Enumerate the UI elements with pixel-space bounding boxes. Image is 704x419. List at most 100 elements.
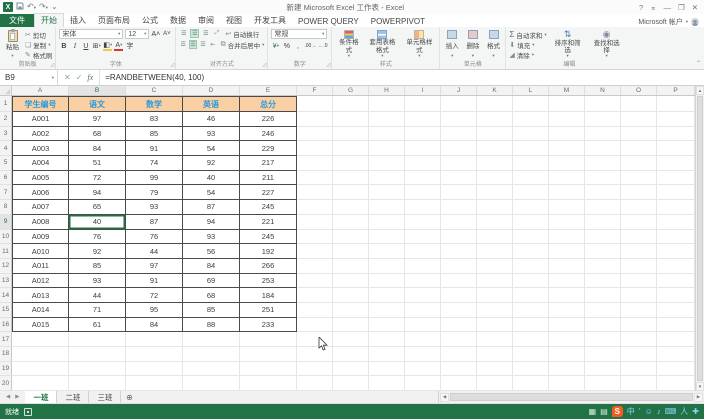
cell-D5[interactable]: 92 [183,156,240,171]
row-header-3[interactable]: 3 [0,126,12,142]
cell-B7[interactable]: 94 [69,185,126,201]
scroll-up-icon[interactable]: ▲ [696,86,704,95]
cell-P15[interactable] [657,302,695,318]
cell-O14[interactable] [621,288,657,303]
vertical-scrollbar[interactable]: ▲ ▼ [695,86,704,391]
cell-O10[interactable] [621,229,657,245]
cell-F10[interactable] [297,229,333,245]
column-header-B[interactable]: B [69,86,126,95]
cell-M10[interactable] [549,229,585,245]
cell-F17[interactable] [297,332,333,347]
cell-F4[interactable] [297,141,333,157]
cell-E2[interactable]: 226 [240,112,297,127]
row-header-19[interactable]: 19 [0,361,12,377]
cell-M8[interactable] [549,200,585,215]
cell-H2[interactable] [369,112,405,127]
cell-D16[interactable]: 88 [183,317,240,333]
cell-B4[interactable]: 84 [69,141,126,157]
cell-L10[interactable] [513,229,549,245]
cell-J14[interactable] [441,288,477,303]
cell-K8[interactable] [477,200,513,215]
tab-file[interactable]: 文件 [0,14,34,27]
column-header-D[interactable]: D [183,86,240,95]
cell-B15[interactable]: 71 [69,302,126,318]
macro-record-icon[interactable] [24,407,32,416]
cell-O3[interactable] [621,126,657,142]
cell-J1[interactable] [441,96,477,112]
cell-E9[interactable]: 221 [240,214,297,230]
cell-M16[interactable] [549,317,585,333]
cell-C1[interactable]: 数学 [126,96,183,112]
cell-D9[interactable]: 94 [183,214,240,230]
percent-style-button[interactable]: % [282,41,291,51]
cell-K4[interactable] [477,141,513,157]
cell-B8[interactable]: 65 [69,200,126,215]
cell-B19[interactable] [69,361,126,377]
cell-P12[interactable] [657,258,695,274]
row-header-10[interactable]: 10 [0,229,12,245]
cell-G13[interactable] [333,273,369,289]
tab-view[interactable]: 视图 [220,14,248,27]
cell-B13[interactable]: 93 [69,273,126,289]
cell-A18[interactable] [12,347,69,362]
cell-A12[interactable]: A011 [12,258,69,274]
cell-G12[interactable] [333,258,369,274]
bold-button[interactable]: B [59,41,68,51]
cell-J17[interactable] [441,332,477,347]
cell-E5[interactable]: 217 [240,156,297,171]
row-header-1[interactable]: 1 [0,96,12,112]
cell-N1[interactable] [585,96,621,112]
soft-keyboard-icon[interactable]: ⌨ [665,407,677,416]
cell-L4[interactable] [513,141,549,157]
cell-I8[interactable] [405,200,441,215]
dialog-launcher-icon[interactable]: ◿ [327,62,331,68]
cell-C2[interactable]: 83 [126,112,183,127]
format-cells-button[interactable]: 格式 ▾ [485,29,502,60]
cell-H13[interactable] [369,273,405,289]
cell-E7[interactable]: 227 [240,185,297,201]
cell-E16[interactable]: 233 [240,317,297,333]
cell-M11[interactable] [549,244,585,259]
cell-B20[interactable] [69,376,126,391]
cell-J6[interactable] [441,170,477,186]
cell-C16[interactable]: 84 [126,317,183,333]
cell-F12[interactable] [297,258,333,274]
row-header-12[interactable]: 12 [0,258,12,274]
cell-P5[interactable] [657,156,695,171]
help-button[interactable]: ? [639,3,643,12]
cell-C9[interactable]: 87 [126,214,183,230]
phonetic-guide-button[interactable]: 字 [125,41,134,51]
cell-H5[interactable] [369,156,405,171]
cell-F5[interactable] [297,156,333,171]
cell-N8[interactable] [585,200,621,215]
cell-M14[interactable] [549,288,585,303]
cell-H8[interactable] [369,200,405,215]
column-header-J[interactable]: J [441,86,477,95]
cell-N12[interactable] [585,258,621,274]
cell-D3[interactable]: 93 [183,126,240,142]
cell-C13[interactable]: 91 [126,273,183,289]
cell-H11[interactable] [369,244,405,259]
cell-J19[interactable] [441,361,477,377]
cell-N16[interactable] [585,317,621,333]
cell-I20[interactable] [405,376,441,391]
view-normal-icon[interactable]: ▦ [589,407,597,416]
redo-button[interactable]: ↷▾ [39,2,48,13]
customize-qat-button[interactable]: ⌄ [51,2,58,12]
column-header-L[interactable]: L [513,86,549,95]
accounting-format-button[interactable]: ¥ ▾ [271,41,280,51]
row-header-4[interactable]: 4 [0,141,12,157]
cell-F6[interactable] [297,170,333,186]
column-header-O[interactable]: O [621,86,657,95]
italic-button[interactable]: I [70,41,79,51]
cell-J10[interactable] [441,229,477,245]
cell-D12[interactable]: 84 [183,258,240,274]
row-header-9[interactable]: 9 [0,214,12,230]
cell-A6[interactable]: A005 [12,170,69,186]
cell-N6[interactable] [585,170,621,186]
tab-powerpivot[interactable]: POWERPIVOT [365,16,431,27]
align-right-icon[interactable]: ☰ [199,40,207,49]
cell-N13[interactable] [585,273,621,289]
cell-P3[interactable] [657,126,695,142]
cell-P10[interactable] [657,229,695,245]
